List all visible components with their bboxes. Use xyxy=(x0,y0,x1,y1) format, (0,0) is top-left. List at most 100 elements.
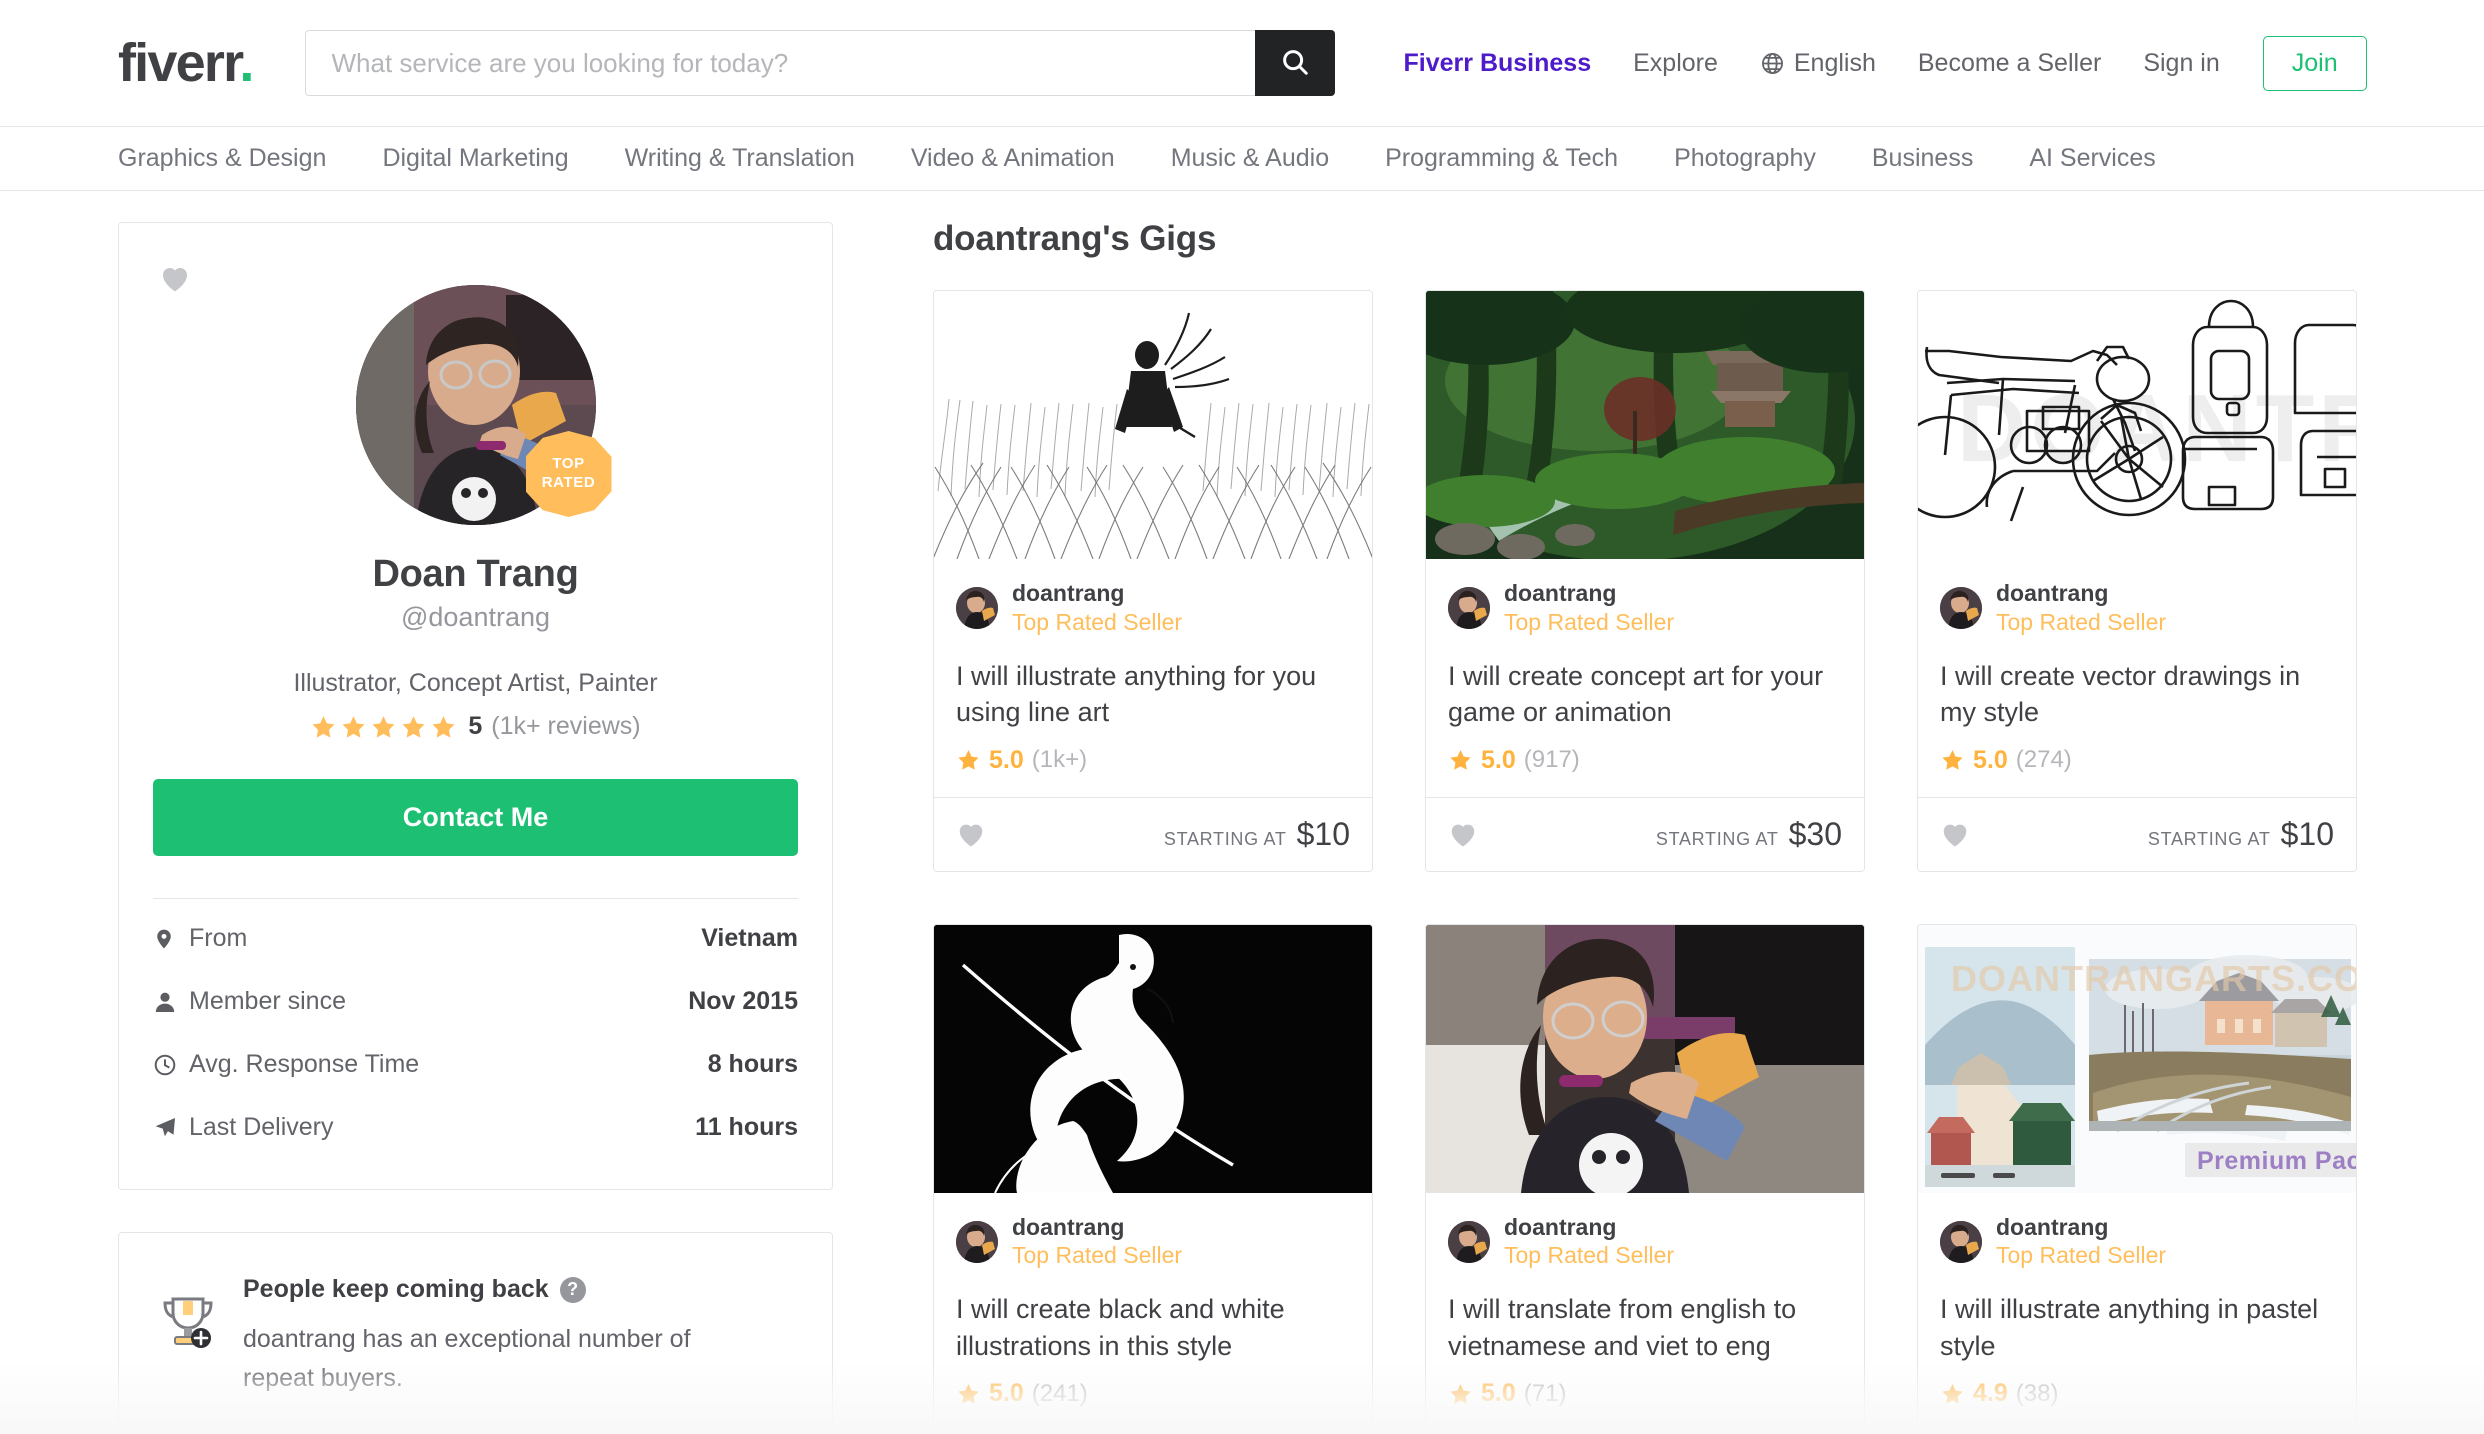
nav-language[interactable]: English xyxy=(1739,50,1897,76)
gig-rating: 4.9 (38) xyxy=(1918,1367,2356,1430)
gig-price-value: $30 xyxy=(1788,815,1842,852)
category-programming-tech[interactable]: Programming & Tech xyxy=(1385,146,1618,171)
stat-value-last-delivery: 11 hours xyxy=(695,1113,798,1141)
logo-dot: . xyxy=(239,33,254,93)
stat-value-from: Vietnam xyxy=(701,924,798,952)
gig-seller-name: doantrang xyxy=(1504,1213,1617,1240)
gig-card[interactable]: doantrang Top Rated Seller I will create… xyxy=(1425,290,1865,872)
stat-row-last-delivery: Last Delivery 11 hours xyxy=(153,1096,798,1159)
contact-me-button[interactable]: Contact Me xyxy=(153,779,798,856)
gig-seller-info: doantrang Top Rated Seller xyxy=(1996,579,2166,638)
gig-card[interactable]: doantrang Top Rated Seller I will create… xyxy=(933,923,1373,1432)
gig-seller-info: doantrang Top Rated Seller xyxy=(1504,579,1674,638)
stat-value-member-since: Nov 2015 xyxy=(688,987,798,1015)
favorite-heart-icon[interactable] xyxy=(159,263,191,293)
category-digital-marketing[interactable]: Digital Marketing xyxy=(382,146,568,171)
gig-favorite-heart-icon[interactable] xyxy=(956,820,986,848)
gigs-section: doantrang's Gigs doantrang Top Rated Sel… xyxy=(833,191,2366,1434)
nav-sign-in[interactable]: Sign in xyxy=(2122,48,2240,77)
gig-seller-name: doantrang xyxy=(1996,1213,2109,1240)
gig-card[interactable]: DOANTRAN xyxy=(1917,290,2357,872)
question-mark-icon[interactable]: ? xyxy=(559,1276,586,1303)
stat-label-member-since: Member since xyxy=(189,987,346,1015)
stat-row-response-time: Avg. Response Time 8 hours xyxy=(153,1033,798,1096)
globe-icon xyxy=(1760,51,1785,76)
gig-title[interactable]: I will create concept art for your game … xyxy=(1426,638,1864,734)
gig-favorite-heart-icon[interactable] xyxy=(1940,820,1970,848)
gig-seller-avatar xyxy=(956,587,998,630)
location-pin-icon xyxy=(153,926,189,952)
category-photography[interactable]: Photography xyxy=(1674,146,1816,171)
gig-footer: STARTING AT $10 xyxy=(1918,796,2356,871)
gig-rating: 5.0 (71) xyxy=(1426,1367,1864,1430)
gig-rating: 5.0 (274) xyxy=(1918,734,2356,797)
gig-seller-row: doantrang Top Rated Seller xyxy=(1918,1193,2356,1272)
nav-explore[interactable]: Explore xyxy=(1612,50,1739,76)
gig-title[interactable]: I will translate from english to vietnam… xyxy=(1426,1271,1864,1367)
gig-seller-level: Top Rated Seller xyxy=(1012,1242,1183,1269)
gig-seller-level: Top Rated Seller xyxy=(1996,608,2167,635)
category-video-animation[interactable]: Video & Animation xyxy=(911,146,1115,171)
fiverr-logo[interactable]: fiverr. xyxy=(118,33,254,93)
gig-title[interactable]: I will illustrate anything for you using… xyxy=(934,638,1372,734)
gig-thumbnail-artist-photo[interactable] xyxy=(1426,924,1864,1193)
category-writing-translation[interactable]: Writing & Translation xyxy=(625,146,855,171)
gig-rating: 5.0 (241) xyxy=(934,1367,1372,1430)
gig-seller-level: Top Rated Seller xyxy=(1504,1242,1675,1269)
gig-footer: STARTING AT $10 xyxy=(934,796,1372,871)
gig-seller-avatar xyxy=(1448,587,1490,630)
gig-title[interactable]: I will illustrate anything in pastel sty… xyxy=(1918,1271,2356,1367)
category-graphics-design[interactable]: Graphics & Design xyxy=(118,146,326,171)
gig-seller-avatar xyxy=(956,1220,998,1263)
gig-card[interactable]: DOANTRANGARTS.COM Premium Packag doantra… xyxy=(1917,923,2357,1432)
gig-seller-name: doantrang xyxy=(1012,1213,1125,1240)
search-button[interactable] xyxy=(1254,30,1335,96)
svg-text:DOANTRANGARTS.COM: DOANTRANGARTS.COM xyxy=(1951,958,2356,999)
gig-seller-name: doantrang xyxy=(1996,580,2109,606)
search-input[interactable] xyxy=(304,30,1255,96)
gig-favorite-heart-icon[interactable] xyxy=(1448,820,1478,848)
stat-label-last-delivery: Last Delivery xyxy=(189,1113,334,1141)
gig-title[interactable]: I will create black and white illustrati… xyxy=(934,1271,1372,1367)
gig-card[interactable]: doantrang Top Rated Seller I will transl… xyxy=(1425,923,1865,1432)
svg-text:Premium Packag: Premium Packag xyxy=(2197,1147,2356,1175)
gig-thumbnail-pastel-landscape-paintings[interactable]: DOANTRANGARTS.COM Premium Packag xyxy=(1918,924,2356,1193)
nav-fiverr-business[interactable]: Fiverr Business xyxy=(1383,50,1613,76)
star-icon xyxy=(1942,1383,1963,1404)
gig-rating: 5.0 (917) xyxy=(1426,734,1864,797)
gig-thumbnail-green-forest-concept-art[interactable] xyxy=(1426,291,1864,559)
stat-row-from: From Vietnam xyxy=(153,907,798,970)
gig-thumbnail-line-art-field-illustration[interactable] xyxy=(934,291,1372,559)
gig-seller-level: Top Rated Seller xyxy=(1996,1242,2167,1269)
gig-footer: STARTING AT $30 xyxy=(1426,796,1864,871)
star-icon xyxy=(958,1383,979,1404)
gig-card[interactable]: doantrang Top Rated Seller I will illust… xyxy=(933,290,1373,872)
category-business[interactable]: Business xyxy=(1872,146,1973,171)
gig-price-label: STARTING AT xyxy=(1655,828,1779,849)
gig-grid: doantrang Top Rated Seller I will illust… xyxy=(933,290,2366,1432)
category-ai-services[interactable]: AI Services xyxy=(2029,146,2155,171)
search-bar xyxy=(304,30,1335,96)
gig-rating-value: 5.0 xyxy=(989,745,1024,774)
gig-title[interactable]: I will create vector drawings in my styl… xyxy=(1918,638,2356,734)
gig-seller-row: doantrang Top Rated Seller xyxy=(934,559,1372,638)
gig-rating-value: 5.0 xyxy=(989,1379,1024,1408)
gig-rating-count: (1k+) xyxy=(1031,746,1088,774)
nav-sign-in-label: Sign in xyxy=(2143,48,2220,77)
gig-price: STARTING AT $10 xyxy=(2148,816,2334,853)
gig-seller-info: doantrang Top Rated Seller xyxy=(1012,579,1182,638)
repeat-buyers-title-label: People keep coming back xyxy=(243,1275,549,1303)
repeat-buyers-title: People keep coming back ? xyxy=(243,1275,763,1304)
nav-become-a-seller[interactable]: Become a Seller xyxy=(1897,50,2122,76)
gig-rating-count: (274) xyxy=(2015,746,2072,774)
gig-rating-count: (241) xyxy=(1031,1379,1088,1407)
gig-rating-value: 5.0 xyxy=(1481,745,1516,774)
gig-seller-avatar xyxy=(1940,1220,1982,1263)
gig-thumbnail-motorcycle-vector-line-drawing[interactable]: DOANTRAN xyxy=(1918,291,2356,559)
gig-price-value: $10 xyxy=(1296,815,1350,852)
join-button[interactable]: Join xyxy=(2262,35,2367,91)
seller-avatar-wrap: TOP RATED xyxy=(355,285,612,525)
category-music-audio[interactable]: Music & Audio xyxy=(1171,146,1329,171)
gig-thumbnail-black-and-white-figure-illustration[interactable] xyxy=(934,924,1372,1193)
stat-label-response-time: Avg. Response Time xyxy=(189,1050,420,1078)
